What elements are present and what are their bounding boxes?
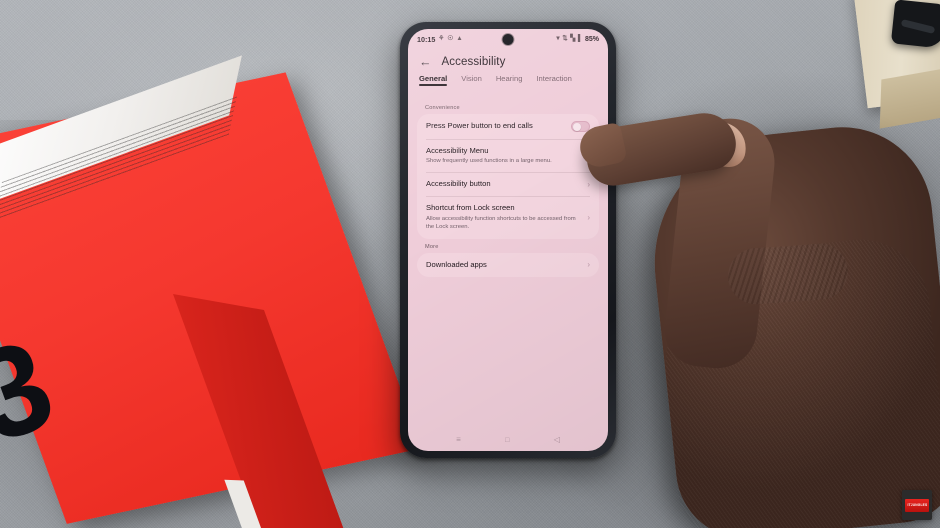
tab-vision[interactable]: Vision [461, 74, 482, 86]
row-text: Press Power button to end calls [426, 121, 533, 131]
phone-device: 10:15 ⚘ ☉ ▲ ▾ ⇅ ▚ ▌ 85% ← Accessibility [400, 22, 616, 458]
row-accessibility-button[interactable]: Accessibility button › [417, 172, 599, 196]
tab-general[interactable]: General [419, 74, 448, 86]
row-title: Press Power button to end calls [426, 121, 533, 131]
row-text: Accessibility Menu Show frequently used … [426, 146, 552, 166]
tab-interaction[interactable]: Interaction [536, 74, 571, 86]
watermark-label: ITJUNGLES [907, 503, 927, 507]
row-subtitle: Allow accessibility function shortcuts t… [426, 215, 576, 231]
sim-icon: ⇅ [562, 35, 568, 43]
home-icon[interactable]: □ [505, 437, 509, 444]
row-press-power-to-end-calls[interactable]: Press Power button to end calls [417, 114, 599, 139]
tab-hearing[interactable]: Hearing [496, 74, 523, 86]
row-shortcut-from-lock-screen[interactable]: Shortcut from Lock screen Allow accessib… [417, 196, 599, 238]
channel-watermark: ITJUNGLES [902, 490, 932, 520]
section-label-convenience: Convenience [425, 105, 460, 111]
row-title: Downloaded apps [426, 259, 487, 269]
android-navigation-bar: ≡ □ ◁ [408, 429, 608, 451]
battery-percent-label: 85% [584, 36, 599, 43]
toggle-knob [573, 122, 582, 131]
row-title: Accessibility button [426, 179, 491, 189]
app-bar: ← Accessibility [408, 50, 608, 74]
settings-card-convenience: Press Power button to end calls Accessib… [417, 114, 599, 239]
page-title: Accessibility [441, 56, 506, 68]
settings-list: Convenience Press Power button to end ca… [408, 96, 608, 429]
knuckle-creases [726, 241, 850, 307]
phone-screen[interactable]: 10:15 ⚘ ☉ ▲ ▾ ⇅ ▚ ▌ 85% ← Accessibility [408, 29, 608, 451]
do-not-disturb-icon: ☉ [447, 35, 454, 43]
status-bar-right: ▾ ⇅ ▚ ▌ 85% [556, 36, 599, 43]
row-text: Shortcut from Lock screen Allow accessib… [426, 203, 581, 231]
wifi-icon: ▾ [556, 35, 560, 43]
settings-card-more: Downloaded apps › [417, 252, 599, 277]
row-title: Accessibility Menu [426, 145, 489, 155]
signal-icon: ▚ [570, 35, 576, 43]
row-title: Shortcut from Lock screen [426, 203, 515, 213]
upload-icon: ▲ [456, 35, 463, 43]
hand [576, 96, 940, 528]
row-text: Downloaded apps [426, 260, 487, 270]
photo-scene: 13 10:15 ⚘ ☉ ▲ ▾ ⇅ ▚ ▌ 85% ← Accessibili… [0, 0, 940, 528]
back-arrow-icon[interactable]: ← [419, 56, 432, 69]
status-time: 10:15 [417, 35, 436, 44]
battery-icon: ▌ [577, 35, 583, 43]
tab-bar: General Vision Hearing Interaction [408, 74, 608, 96]
back-nav-icon[interactable]: ◁ [554, 436, 560, 444]
row-accessibility-menu[interactable]: Accessibility Menu Show frequently used … [417, 138, 599, 173]
status-bar: 10:15 ⚘ ☉ ▲ ▾ ⇅ ▚ ▌ 85% [408, 29, 608, 50]
row-text: Accessibility button [426, 179, 491, 189]
row-downloaded-apps[interactable]: Downloaded apps › [417, 253, 599, 277]
product-box: 13 [0, 55, 423, 528]
status-bar-left: 10:15 ⚘ ☉ ▲ [417, 35, 463, 44]
section-label-more: More [425, 243, 439, 250]
watermark-badge: ITJUNGLES [905, 498, 929, 512]
recents-icon[interactable]: ≡ [456, 436, 461, 444]
front-camera-punch-hole [502, 34, 514, 45]
row-subtitle: Show frequently used functions in a larg… [426, 157, 552, 164]
share-icon: ⚘ [438, 35, 445, 43]
